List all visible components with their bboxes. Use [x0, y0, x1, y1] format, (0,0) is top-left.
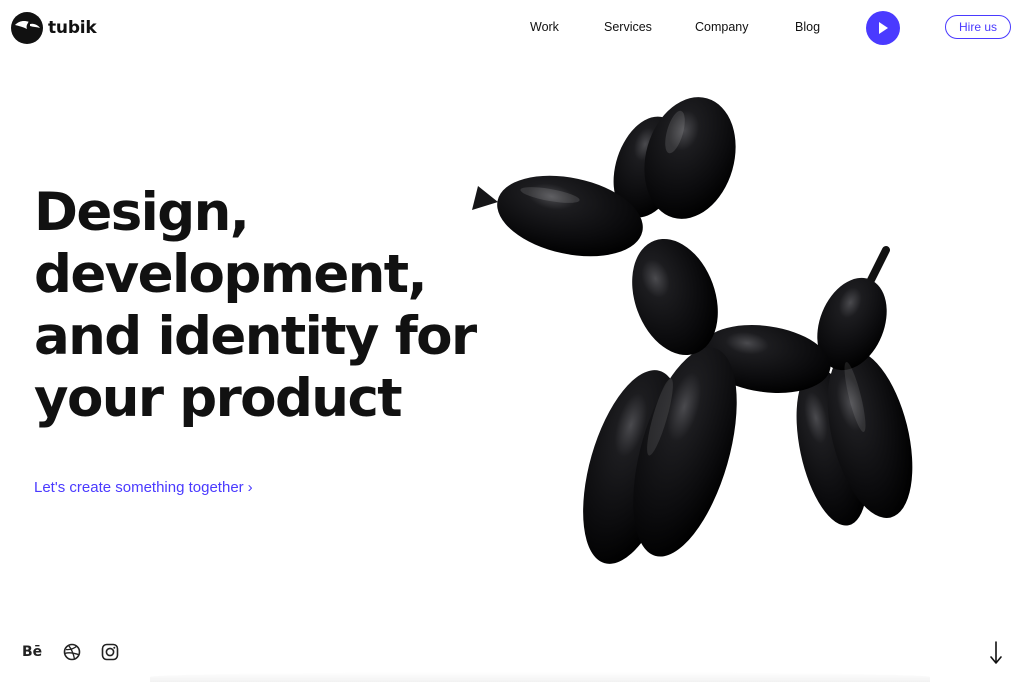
play-showreel-button[interactable]	[866, 11, 900, 45]
nav-item-company[interactable]: Company	[695, 20, 749, 34]
balloon-dog-illustration	[472, 97, 913, 564]
play-icon	[879, 22, 888, 34]
hero-title-line: Design,	[34, 182, 250, 243]
nav-item-services[interactable]: Services	[604, 20, 652, 34]
cta-link[interactable]: Let's create something together ›	[34, 479, 253, 496]
cta-label: Let's create something together	[34, 479, 244, 496]
dribbble-icon[interactable]	[63, 643, 81, 666]
behance-icon[interactable]: Bē	[22, 642, 42, 662]
hero-title-line: development,	[34, 244, 428, 305]
dribbble-glyph	[63, 643, 81, 661]
section-divider-shadow	[150, 672, 930, 682]
instagram-icon[interactable]	[101, 643, 119, 666]
hire-us-button[interactable]: Hire us	[945, 15, 1011, 39]
hero-title: Design, development, and identity for yo…	[34, 182, 494, 430]
hero-title-line: and identity for	[34, 306, 477, 367]
hero-title-line: your product	[34, 368, 403, 429]
arrow-down-icon[interactable]	[986, 640, 1006, 666]
chevron-right-icon: ›	[247, 479, 253, 496]
site-header: tubik Work Services Company Blog Hire us	[0, 0, 1024, 58]
landing-page: tubik Work Services Company Blog Hire us…	[0, 0, 1024, 682]
instagram-glyph	[101, 643, 119, 661]
nav-item-work[interactable]: Work	[530, 20, 559, 34]
nav-item-blog[interactable]: Blog	[795, 20, 820, 34]
